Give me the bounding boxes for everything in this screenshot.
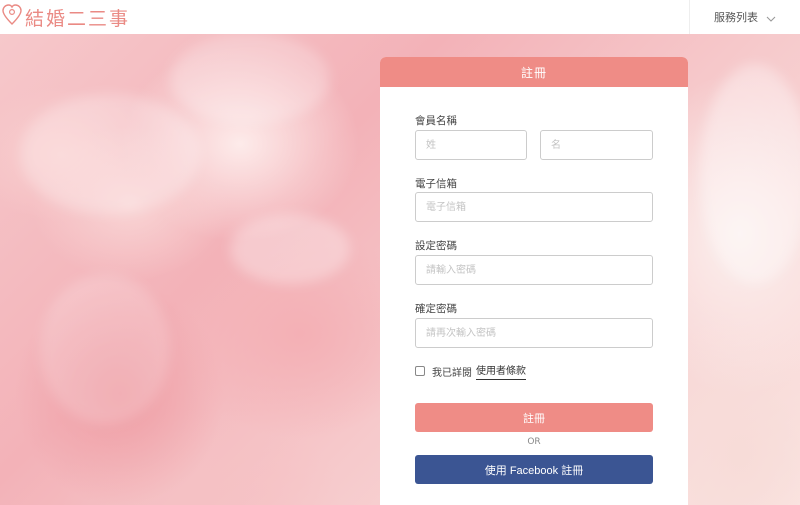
member-name-label: 會員名稱: [415, 115, 457, 127]
email-input[interactable]: [415, 192, 653, 222]
top-header: 結婚二三事 服務列表: [0, 0, 800, 34]
agree-terms-text: 我已詳閱: [432, 367, 472, 379]
confirm-password-input[interactable]: [415, 318, 653, 348]
heart-pin-logo-icon: [2, 4, 22, 30]
password-input[interactable]: [415, 255, 653, 285]
agree-terms-row: 我已詳閱 使用者條款: [415, 362, 526, 380]
or-divider: OR: [527, 437, 541, 447]
confirm-password-label: 確定密碼: [415, 303, 457, 315]
password-label: 設定密碼: [415, 240, 457, 252]
logo[interactable]: 結婚二三事: [2, 0, 130, 34]
logo-text: 結婚二三事: [25, 7, 131, 30]
service-menu-dropdown[interactable]: 服務列表: [689, 0, 800, 34]
register-card-title: 註冊: [380, 57, 688, 87]
last-name-input[interactable]: [415, 130, 527, 160]
register-card: 註冊 會員名稱 電子信箱 設定密碼 確定密碼 我已詳閱 使用者條款 註冊 OR …: [380, 57, 688, 505]
facebook-register-button[interactable]: 使用 Facebook 註冊: [415, 455, 653, 484]
first-name-input[interactable]: [540, 130, 653, 160]
chevron-down-icon: [758, 8, 776, 27]
agree-terms-checkbox[interactable]: [415, 366, 425, 376]
terms-link[interactable]: 使用者條款: [476, 362, 526, 380]
register-button[interactable]: 註冊: [415, 403, 653, 432]
email-label: 電子信箱: [415, 178, 457, 190]
service-menu-label: 服務列表: [714, 11, 758, 24]
